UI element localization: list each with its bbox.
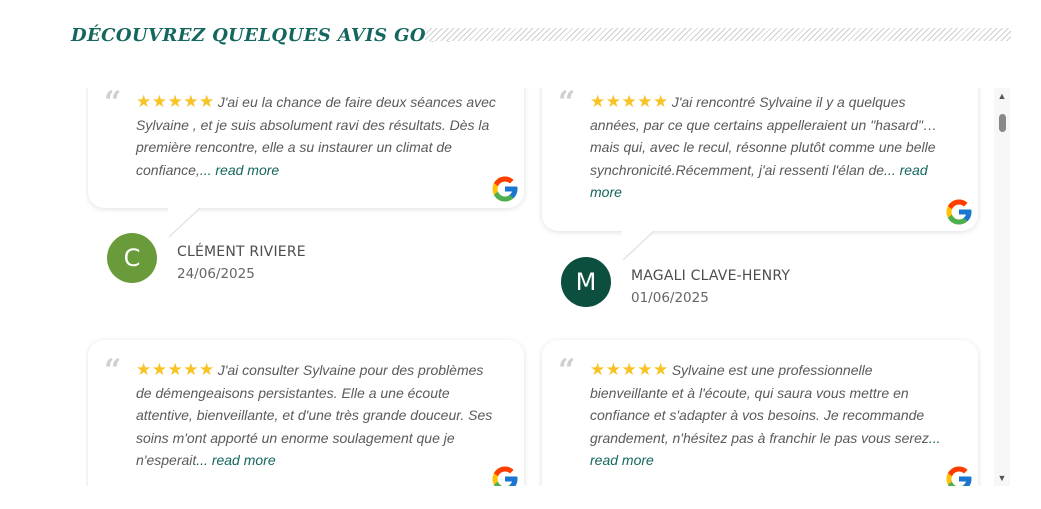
review-text-block: ★★★★★ J'ai rencontré Sylvaine il y a quel… [590,91,940,204]
speech-bubble-tail [168,207,201,238]
author-name: MAGALI CLAVE-HENRY [631,268,791,284]
avatar: C [107,233,157,283]
read-more-link[interactable]: ... read more [196,452,275,468]
review-card: “ ★★★★★ Sylvaine est une professionnelle … [542,340,978,486]
five-star-rating-icon: ★★★★★ [136,92,215,111]
section-header: DÉCOUVREZ QUELQUES AVIS GOOGLE [71,24,1011,54]
scroll-up-arrow-icon[interactable]: ▲ [994,90,1010,102]
review-date: 01/06/2025 [631,290,709,306]
quote-icon: “ [558,88,576,120]
reviews-scroll-area[interactable]: “ ★★★★★ J'ai eu la chance de faire deux s… [86,88,1010,486]
scroll-down-arrow-icon[interactable]: ▼ [994,472,1010,484]
review-text-block: ★★★★★ J'ai eu la chance de faire deux séa… [136,91,502,181]
quote-icon: “ [104,88,122,120]
scrollbar[interactable]: ▲ ▼ [994,88,1010,486]
review-card: “ ★★★★★ J'ai consulter Sylvaine pour des … [88,340,524,486]
section-title: DÉCOUVREZ QUELQUES AVIS GOOGLE [71,25,485,46]
five-star-rating-icon: ★★★★★ [590,360,669,379]
read-more-link[interactable]: ... read more [200,162,279,178]
review-text-block: ★★★★★ J'ai consulter Sylvaine pour des pr… [136,359,502,472]
review-card: “ ★★★★★ J'ai eu la chance de faire deux s… [88,88,524,208]
scroll-thumb[interactable] [999,114,1006,132]
avatar: M [561,257,611,307]
five-star-rating-icon: ★★★★★ [136,360,215,379]
google-g-icon [946,199,972,225]
review-card: “ ★★★★★ J'ai rencontré Sylvaine il y a qu… [542,88,978,231]
google-g-icon [946,466,972,486]
five-star-rating-icon: ★★★★★ [590,92,669,111]
title-decoration [425,28,1011,41]
google-g-icon [492,466,518,486]
author-name: CLÉMENT RIVIERE [177,244,306,260]
quote-icon: “ [104,353,122,388]
google-g-icon [492,176,518,202]
quote-icon: “ [558,353,576,388]
review-text-block: ★★★★★ Sylvaine est une professionnelle bi… [590,359,942,472]
review-date: 24/06/2025 [177,266,255,282]
speech-bubble-tail [622,230,655,261]
